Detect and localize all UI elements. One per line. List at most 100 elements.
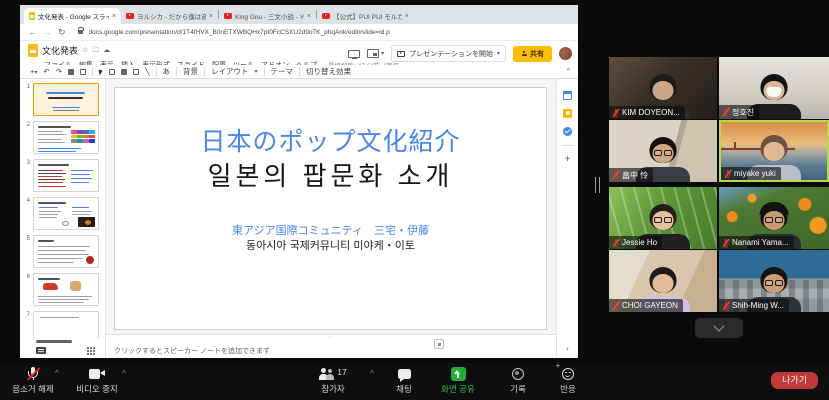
browser-tab-strip: 文化発表 - Google スライド × ヨルシカ - だから僕は音楽を辞めた … bbox=[20, 5, 578, 24]
slide-thumbnail-preview[interactable] bbox=[33, 159, 99, 192]
address-bar[interactable]: docs.google.com/presentation/d/1T4fHVX_B… bbox=[89, 29, 390, 36]
participant-tile[interactable]: Jessie Ho bbox=[609, 187, 717, 249]
participant-tile[interactable]: Shih-Ming W... bbox=[719, 250, 829, 312]
youtube-favicon-icon bbox=[126, 13, 134, 19]
presentation-icon bbox=[397, 51, 405, 57]
dropdown-icon[interactable]: ▾ bbox=[381, 50, 384, 57]
slide-thumbnail-preview[interactable] bbox=[33, 273, 99, 306]
slide-thumbnail-2[interactable]: 2 bbox=[23, 121, 99, 154]
plus-icon: + bbox=[556, 363, 560, 370]
tasks-icon[interactable] bbox=[563, 127, 572, 136]
slide-thumbnail-preview[interactable] bbox=[33, 197, 99, 230]
slide-thumbnail-5[interactable]: 5 bbox=[23, 235, 99, 268]
browser-tab-slides[interactable]: 文化発表 - Google スライド × bbox=[24, 8, 121, 24]
text-box-icon[interactable] bbox=[109, 69, 115, 75]
participant-nametag: KIM DOYEON... bbox=[609, 106, 685, 119]
muted-mic-icon bbox=[612, 108, 620, 118]
participants-button[interactable]: 17 참가자 bbox=[298, 366, 368, 395]
zoom-control-bar: 음소거 해제 ^ 비디오 중지 ^ 17 참가자 ^ 채팅 화면 공유 기록 bbox=[0, 363, 829, 400]
panel-resize-handle[interactable] bbox=[595, 177, 600, 193]
participant-tile[interactable]: Nanami Yama... bbox=[719, 187, 829, 249]
record-icon bbox=[512, 368, 524, 380]
slide-title-korean[interactable]: 일본의 팝문화 소개 bbox=[115, 162, 546, 191]
video-options-chevron[interactable]: ^ bbox=[122, 370, 126, 378]
reload-icon[interactable]: ↻ bbox=[58, 28, 66, 37]
insert-line-icon[interactable]: ╲ bbox=[145, 67, 150, 76]
keep-icon[interactable] bbox=[563, 109, 572, 118]
dropdown-icon[interactable]: ▾ bbox=[497, 50, 500, 57]
grid-view-icon[interactable] bbox=[87, 347, 89, 349]
slide-credit-japanese[interactable]: 東アジア国際コミュニティ 三宅・伊藤 bbox=[115, 224, 546, 238]
browser-tab-youtube-2[interactable]: King Gnu - 三文小説 - YouTube × bbox=[219, 8, 316, 24]
thumbnail-list: 1 2 bbox=[20, 79, 105, 338]
get-addons-icon[interactable]: + bbox=[565, 155, 571, 165]
share-button[interactable]: 共有 bbox=[513, 46, 552, 62]
print-icon[interactable] bbox=[68, 69, 74, 75]
slide-thumbnail-3[interactable]: 3 bbox=[23, 159, 99, 192]
toolbar-separator bbox=[299, 67, 300, 76]
speaker-notes-placeholder[interactable]: クリックするとスピーカー ノートを追加できます bbox=[114, 348, 270, 355]
browser-tab-youtube-3[interactable]: 【公式】PUI PUI モルカー 第1話 × bbox=[317, 8, 414, 24]
filmstrip-view-icon[interactable] bbox=[36, 347, 46, 354]
present-on-display-icon[interactable] bbox=[348, 50, 360, 58]
forward-icon[interactable]: → bbox=[43, 28, 52, 37]
select-cursor-icon[interactable] bbox=[98, 68, 103, 75]
insert-image-icon[interactable] bbox=[121, 69, 127, 75]
slide-title-japanese[interactable]: 日本のポップ文化紹介 bbox=[115, 128, 546, 157]
collapse-toolbar-icon[interactable]: ^ bbox=[567, 68, 570, 75]
google-slides-logo-icon[interactable] bbox=[28, 44, 38, 57]
slide-thumbnail-preview[interactable] bbox=[33, 311, 99, 338]
tab-close-icon[interactable]: × bbox=[405, 13, 409, 20]
move-folder-icon[interactable]: 🗀 bbox=[92, 47, 99, 54]
slide-thumbnail-7[interactable]: 7 bbox=[23, 311, 99, 338]
redo-icon[interactable]: ↷ bbox=[56, 67, 62, 76]
star-icon[interactable]: ☆ bbox=[82, 47, 88, 54]
glasses bbox=[654, 217, 672, 223]
dropdown-icon[interactable]: ▾ bbox=[255, 68, 258, 75]
audio-options-chevron[interactable]: ^ bbox=[55, 370, 59, 378]
back-icon[interactable]: ← bbox=[28, 28, 37, 37]
document-title[interactable]: 文化発表 bbox=[42, 44, 78, 57]
tab-close-icon[interactable]: × bbox=[307, 13, 311, 20]
background-button[interactable]: 背景 bbox=[183, 66, 198, 77]
participant-name: CHOI GAYEON bbox=[622, 301, 678, 310]
tab-close-icon[interactable]: × bbox=[112, 13, 116, 20]
tab-close-icon[interactable]: × bbox=[209, 13, 213, 20]
browser-tab-youtube-1[interactable]: ヨルシカ - だから僕は音楽を辞めた × bbox=[121, 8, 218, 24]
slide-thumbnail-preview[interactable] bbox=[33, 235, 99, 268]
participant-tile[interactable]: 畠中 怜 bbox=[609, 120, 717, 182]
participant-nametag: CHOI GAYEON bbox=[609, 299, 683, 312]
slideshow-box-icon[interactable] bbox=[367, 49, 379, 58]
participant-tile[interactable]: CHOI GAYEON bbox=[609, 250, 717, 312]
muted-mic-icon bbox=[722, 238, 730, 248]
transition-button[interactable]: 切り替え効果 bbox=[306, 66, 351, 77]
slide-thumbnail-preview[interactable] bbox=[33, 83, 99, 116]
notes-resize-grip-icon[interactable]: ⋯ bbox=[328, 334, 335, 341]
theme-button[interactable]: テーマ bbox=[271, 66, 294, 77]
reactions-button[interactable]: + 반응 bbox=[533, 366, 603, 395]
slide-thumbnail-preview[interactable] bbox=[33, 121, 99, 154]
layout-button[interactable]: レイアウト bbox=[211, 66, 249, 77]
undo-icon[interactable]: ↶ bbox=[43, 67, 49, 76]
slide-thumbnail-1[interactable]: 1 bbox=[23, 83, 99, 116]
current-slide[interactable]: 日本のポップ文化紹介 일본의 팝문화 소개 東アジア国際コミュニティ 三宅・伊藤… bbox=[114, 87, 547, 330]
leave-meeting-button[interactable]: 나가기 bbox=[771, 372, 818, 389]
explore-button-icon[interactable] bbox=[434, 339, 444, 349]
calendar-icon[interactable] bbox=[563, 91, 572, 100]
slide-thumbnail-6[interactable]: 6 bbox=[23, 273, 99, 306]
slide-credit-korean[interactable]: 동아시아 국제커뮤니티 미야케・이토 bbox=[115, 239, 546, 253]
participant-tile[interactable]: 정호진 bbox=[719, 57, 829, 119]
slide-thumbnail-4[interactable]: 4 bbox=[23, 197, 99, 230]
paint-format-icon[interactable] bbox=[80, 69, 86, 75]
speaker-notes-panel[interactable]: ⋯ クリックするとスピーカー ノートを追加できます bbox=[106, 334, 556, 358]
hide-side-panel-icon[interactable]: › bbox=[566, 344, 569, 358]
start-presentation-button[interactable]: プレゼンテーションを開始 ▾ bbox=[391, 45, 506, 62]
participant-tile-active-speaker[interactable]: miyake yuki bbox=[719, 120, 829, 182]
font-icon[interactable]: あ bbox=[163, 66, 171, 77]
participant-tile[interactable]: KIM DOYEON... bbox=[609, 57, 717, 119]
new-slide-icon[interactable]: +▾ bbox=[30, 67, 37, 76]
insert-shape-icon[interactable] bbox=[133, 69, 139, 75]
more-participants-chevron-button[interactable] bbox=[695, 318, 743, 338]
participant-name: 정호진 bbox=[732, 107, 754, 118]
account-avatar[interactable] bbox=[559, 47, 572, 60]
